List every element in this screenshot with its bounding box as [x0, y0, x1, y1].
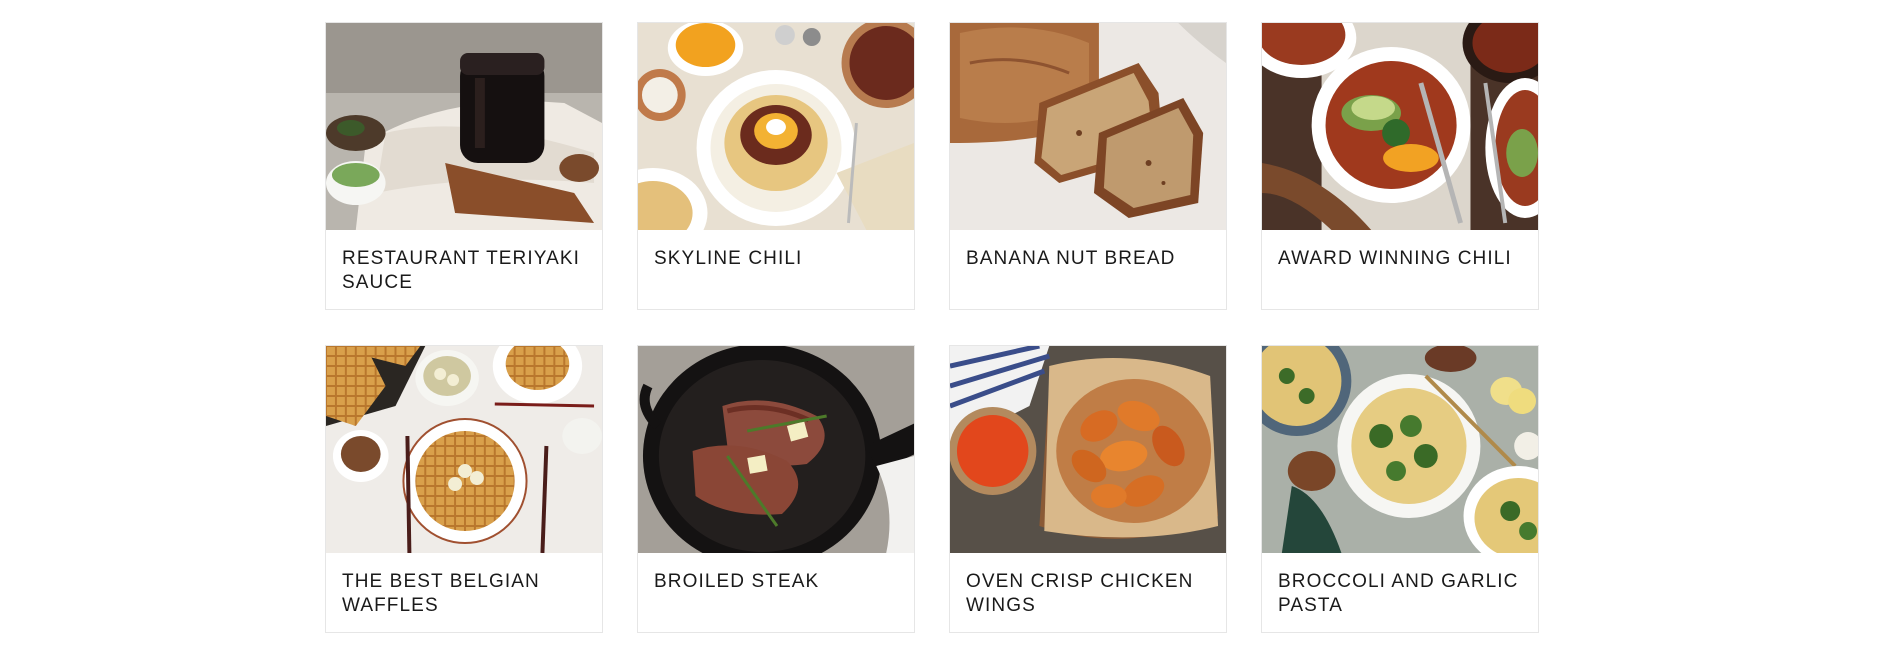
- recipe-image[interactable]: [326, 346, 602, 553]
- recipe-image[interactable]: [638, 23, 914, 230]
- recipe-title[interactable]: BANANA NUT BREAD: [950, 230, 1226, 271]
- recipe-card-teriyaki-sauce[interactable]: RESTAURANT TERIYAKI SAUCE: [325, 22, 603, 310]
- recipe-image[interactable]: [1262, 346, 1538, 553]
- recipe-title[interactable]: SKYLINE CHILI: [638, 230, 914, 271]
- recipe-title[interactable]: BROILED STEAK: [638, 553, 914, 594]
- recipe-card-banana-nut-bread[interactable]: BANANA NUT BREAD: [949, 22, 1227, 310]
- recipe-title[interactable]: BROCCOLI AND GARLIC PASTA: [1262, 553, 1538, 618]
- recipe-card-oven-crisp-chicken-wings[interactable]: OVEN CRISP CHICKEN WINGS: [949, 345, 1227, 633]
- recipe-title[interactable]: OVEN CRISP CHICKEN WINGS: [950, 553, 1226, 618]
- recipe-title[interactable]: THE BEST BELGIAN WAFFLES: [326, 553, 602, 618]
- recipe-title[interactable]: RESTAURANT TERIYAKI SAUCE: [326, 230, 602, 295]
- recipe-title[interactable]: AWARD WINNING CHILI: [1262, 230, 1538, 271]
- recipe-image[interactable]: [950, 346, 1226, 553]
- recipe-image[interactable]: [638, 346, 914, 553]
- recipe-card-broccoli-garlic-pasta[interactable]: BROCCOLI AND GARLIC PASTA: [1261, 345, 1539, 633]
- recipe-grid: RESTAURANT TERIYAKI SAUCE SKYLINE CHILI …: [325, 22, 1539, 633]
- recipe-image[interactable]: [326, 23, 602, 230]
- recipe-card-award-winning-chili[interactable]: AWARD WINNING CHILI: [1261, 22, 1539, 310]
- recipe-card-belgian-waffles[interactable]: THE BEST BELGIAN WAFFLES: [325, 345, 603, 633]
- recipe-card-skyline-chili[interactable]: SKYLINE CHILI: [637, 22, 915, 310]
- recipe-image[interactable]: [950, 23, 1226, 230]
- recipe-image[interactable]: [1262, 23, 1538, 230]
- recipe-card-broiled-steak[interactable]: BROILED STEAK: [637, 345, 915, 633]
